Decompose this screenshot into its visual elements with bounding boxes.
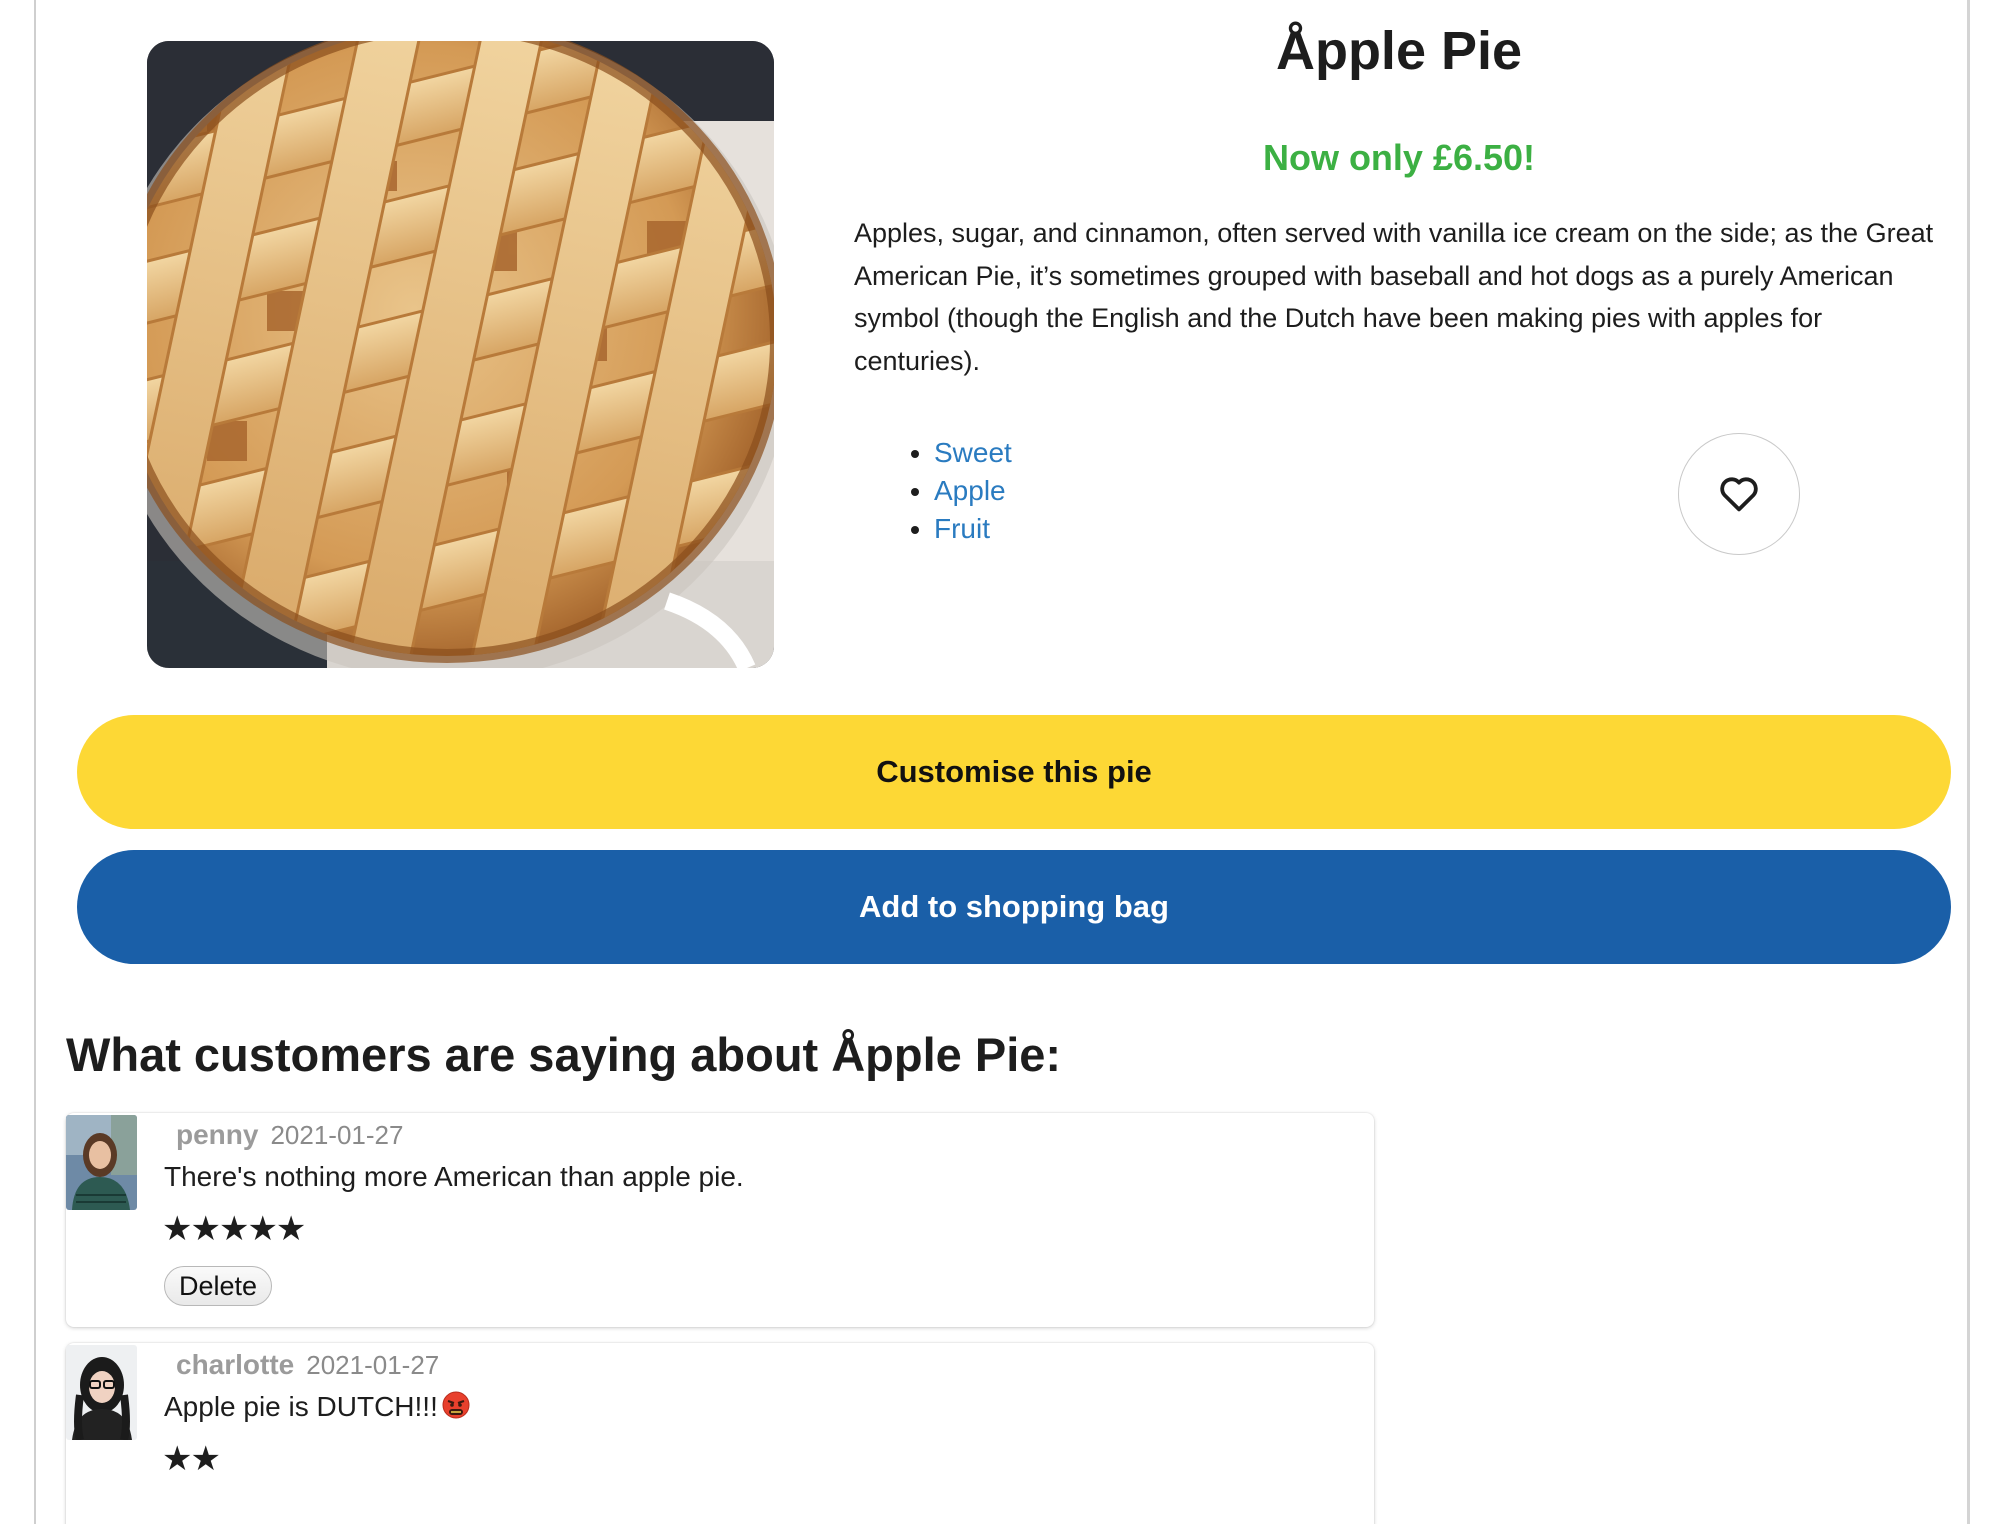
review-date: 2021-01-27 (306, 1350, 440, 1380)
angry-face-with-symbols-icon (442, 1390, 470, 1430)
page-border-left (34, 0, 36, 1524)
tag-item: Apple (934, 472, 1012, 510)
review-text: Apple pie is DUTCH!!! (164, 1391, 438, 1422)
favourite-button[interactable] (1678, 433, 1800, 555)
tag-item: Sweet (934, 434, 1012, 472)
page-border-right (1967, 0, 1970, 1524)
tag-item: Fruit (934, 510, 1012, 548)
review-text-line: Apple pie is DUTCH!!! (164, 1387, 470, 1430)
review-card: penny 2021-01-27 There's nothing more Ame… (66, 1113, 1374, 1327)
avatar (66, 1115, 137, 1210)
product-title: Åpple Pie (1275, 21, 1523, 81)
product-description: Apples, sugar, and cinnamon, often serve… (854, 218, 1934, 376)
product-image (147, 41, 774, 668)
review-text: There's nothing more American than apple… (164, 1161, 744, 1192)
review-date: 2021-01-27 (270, 1120, 404, 1150)
star-rating: ★★★★★ (162, 1209, 306, 1249)
review-meta: penny 2021-01-27 (176, 1115, 403, 1155)
tag-list: Sweet Apple Fruit (890, 434, 1012, 548)
tag-link-sweet[interactable]: Sweet (934, 437, 1012, 468)
product-page: Åpple Pie Now only £6.50! Apples, sugar,… (0, 0, 2002, 1524)
review-meta: charlotte 2021-01-27 (176, 1345, 439, 1385)
product-price: Now only £6.50! (1262, 137, 1536, 178)
customise-pie-button[interactable]: Customise this pie (77, 715, 1951, 829)
add-to-bag-button[interactable]: Add to shopping bag (77, 850, 1951, 964)
tag-link-fruit[interactable]: Fruit (934, 513, 990, 544)
review-author: penny (176, 1119, 259, 1150)
delete-review-button[interactable]: Delete (164, 1266, 273, 1306)
avatar (66, 1345, 137, 1440)
reviews-heading: What customers are saying about Åpple Pi… (66, 1028, 1062, 1081)
review-author: charlotte (176, 1349, 295, 1380)
review-card: charlotte 2021-01-27 Apple pie is DUTCH!!… (66, 1343, 1374, 1524)
tag-link-apple[interactable]: Apple (934, 475, 1006, 506)
star-rating: ★★ (162, 1439, 221, 1479)
heart-outline-icon (1718, 474, 1760, 515)
